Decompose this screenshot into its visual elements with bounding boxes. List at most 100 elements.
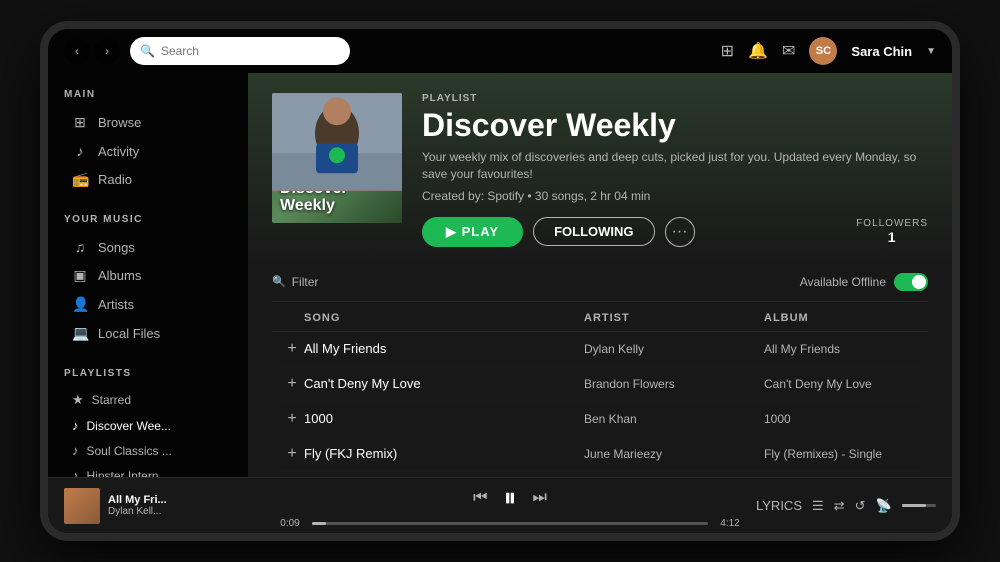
browse-icon: ⊞ — [72, 114, 88, 131]
track-album: Fly (Remixes) - Single — [764, 447, 952, 461]
table-row[interactable]: + Fly (FKJ Remix) June Marieezy Fly (Rem… — [272, 437, 928, 472]
playlist-header: DiscoverWeekly PLAYLIST Discover Weekly … — [248, 73, 952, 263]
sidebar-item-label: Songs — [98, 240, 135, 255]
progress-track[interactable] — [312, 522, 708, 525]
page-content: DiscoverWeekly PLAYLIST Discover Weekly … — [248, 73, 952, 477]
star-icon: ★ — [72, 392, 84, 408]
activity-icon: ♪ — [72, 143, 88, 159]
notification-icon[interactable]: 🔔 — [748, 41, 768, 61]
available-offline-label: Available Offline — [800, 275, 886, 289]
your-music-section-title: YOUR MUSIC — [64, 214, 232, 225]
track-album: 1000 — [764, 412, 952, 426]
track-album: All My Friends — [764, 342, 952, 356]
sidebar-playlist-label: Starred — [92, 393, 131, 407]
sidebar-item-artists[interactable]: 👤 Artists — [64, 290, 232, 319]
sidebar-playlist-label: Soul Classics ... — [87, 444, 172, 458]
prev-button[interactable]: ⏮ — [473, 489, 487, 507]
filter-search-icon: 🔍 — [272, 275, 286, 288]
topbar: ‹ › 🔍 ⊞ 🔔 ✉ SC Sara Chin ▼ — [48, 29, 952, 73]
table-row[interactable]: + Can't Deny My Love Brandon Flowers Can… — [272, 367, 928, 402]
track-artist: Ben Khan — [584, 412, 764, 426]
tracklist: + All My Friends Dylan Kelly All My Frie… — [272, 332, 928, 477]
search-bar: 🔍 — [130, 37, 350, 65]
sidebar-item-radio[interactable]: 📻 Radio — [64, 165, 232, 194]
player-song-info: All My Fri... Dylan Kell... — [108, 494, 167, 517]
col-album: ALBUM — [764, 312, 952, 325]
col-artist: ARTIST — [584, 312, 764, 325]
track-add-button[interactable]: + — [280, 410, 304, 428]
player-thumbnail — [64, 488, 100, 524]
search-input[interactable] — [161, 44, 340, 58]
your-music-section: YOUR MUSIC ♫ Songs ▣ Albums 👤 Artists — [48, 198, 248, 352]
sidebar-playlist-soul-classics[interactable]: ♪ Soul Classics ... — [64, 438, 232, 463]
offline-toggle[interactable] — [894, 273, 928, 291]
playlist-meta: Created by: Spotify • 30 songs, 2 hr 04 … — [422, 189, 928, 203]
main-content: MAIN ⊞ Browse ♪ Activity 📻 Radio — [48, 73, 952, 477]
table-row[interactable]: + All My Friends Dylan Kelly All My Frie… — [272, 332, 928, 367]
sidebar-item-local-files[interactable]: 💻 Local Files — [64, 319, 232, 348]
grid-icon[interactable]: ⊞ — [721, 41, 734, 61]
sidebar-item-activity[interactable]: ♪ Activity — [64, 137, 232, 165]
table-row[interactable]: + 1000 Ben Khan 1000 a day ago 2:54 — [272, 402, 928, 437]
progress-bar-area: 0:09 4:12 — [276, 518, 744, 529]
track-song: 1000 — [304, 411, 584, 426]
player-controls: ⏮ ⏸ ⏭ 0:09 4:12 — [276, 482, 744, 529]
albums-icon: ▣ — [72, 267, 88, 284]
following-button[interactable]: FOLLOWING — [533, 217, 654, 246]
repeat-icon[interactable]: ↺ — [855, 498, 866, 514]
sidebar-playlist-label: Discover Wee... — [87, 419, 171, 433]
sidebar-item-browse[interactable]: ⊞ Browse — [64, 108, 232, 137]
sidebar-item-albums[interactable]: ▣ Albums — [64, 261, 232, 290]
play-button[interactable]: ▶ PLAY — [422, 217, 523, 247]
track-artist: June Marieezy — [584, 447, 764, 461]
shuffle-icon[interactable]: ⇄ — [834, 498, 845, 514]
volume-bar[interactable] — [902, 504, 936, 507]
filter-label: Filter — [292, 275, 319, 289]
sidebar-playlist-hipster-international[interactable]: ♪ Hipster Intern... — [64, 463, 232, 477]
track-add-button[interactable]: + — [280, 445, 304, 463]
track-artist: Dylan Kelly — [584, 342, 764, 356]
track-song: Can't Deny My Love — [304, 376, 584, 391]
col-song: SONG — [304, 312, 584, 325]
forward-button[interactable]: › — [94, 38, 120, 64]
playlist-description: Your weekly mix of discoveries and deep … — [422, 149, 928, 183]
note-icon: ♪ — [72, 443, 79, 458]
tracklist-controls: 🔍 Filter Available Offline — [272, 263, 928, 302]
sidebar-playlist-starred[interactable]: ★ Starred — [64, 387, 232, 413]
track-add-button[interactable]: + — [280, 375, 304, 393]
sidebar-item-label: Activity — [98, 144, 139, 159]
filter-box: 🔍 Filter — [272, 275, 318, 289]
avatar[interactable]: SC — [809, 37, 837, 65]
track-album: Can't Deny My Love — [764, 377, 952, 391]
volume-fill — [902, 504, 926, 507]
lyrics-button[interactable]: LYRICS — [756, 498, 802, 513]
sidebar: MAIN ⊞ Browse ♪ Activity 📻 Radio — [48, 73, 248, 477]
app: ‹ › 🔍 ⊞ 🔔 ✉ SC Sara Chin ▼ MAIN — [48, 29, 952, 533]
sidebar-playlist-discover-weekly[interactable]: ♪ Discover Wee... — [64, 413, 232, 438]
next-button[interactable]: ⏭ — [533, 489, 547, 507]
available-offline: Available Offline — [800, 273, 928, 291]
bottom-player: All My Fri... Dylan Kell... ⏮ ⏸ ⏭ 0:09 4… — [48, 477, 952, 533]
inbox-icon[interactable]: ✉ — [782, 41, 795, 61]
more-button[interactable]: ··· — [665, 217, 695, 247]
playlist-title: Discover Weekly — [422, 108, 928, 143]
playlists-section-title: PLAYLISTS — [64, 368, 232, 379]
tracklist-header: SONG ARTIST ALBUM 📅 ⏱ — [272, 306, 928, 332]
track-add-button[interactable]: + — [280, 340, 304, 358]
back-button[interactable]: ‹ — [64, 38, 90, 64]
cover-person-image — [272, 93, 402, 191]
radio-icon: 📻 — [72, 171, 88, 188]
sidebar-item-label: Albums — [98, 268, 141, 283]
total-time: 4:12 — [716, 518, 744, 529]
queue-icon[interactable]: ☰ — [812, 498, 824, 514]
pause-button[interactable]: ⏸ — [503, 482, 516, 514]
topbar-right: ⊞ 🔔 ✉ SC Sara Chin ▼ — [721, 37, 936, 65]
main-section-title: MAIN — [64, 89, 232, 100]
devices-icon[interactable]: 📡 — [875, 498, 891, 514]
sidebar-item-songs[interactable]: ♫ Songs — [64, 233, 232, 261]
artists-icon: 👤 — [72, 296, 88, 313]
chevron-down-icon: ▼ — [926, 46, 936, 57]
player-song-name: All My Fri... — [108, 494, 167, 506]
col-add — [280, 312, 304, 325]
followers-count: 1 — [856, 229, 928, 245]
